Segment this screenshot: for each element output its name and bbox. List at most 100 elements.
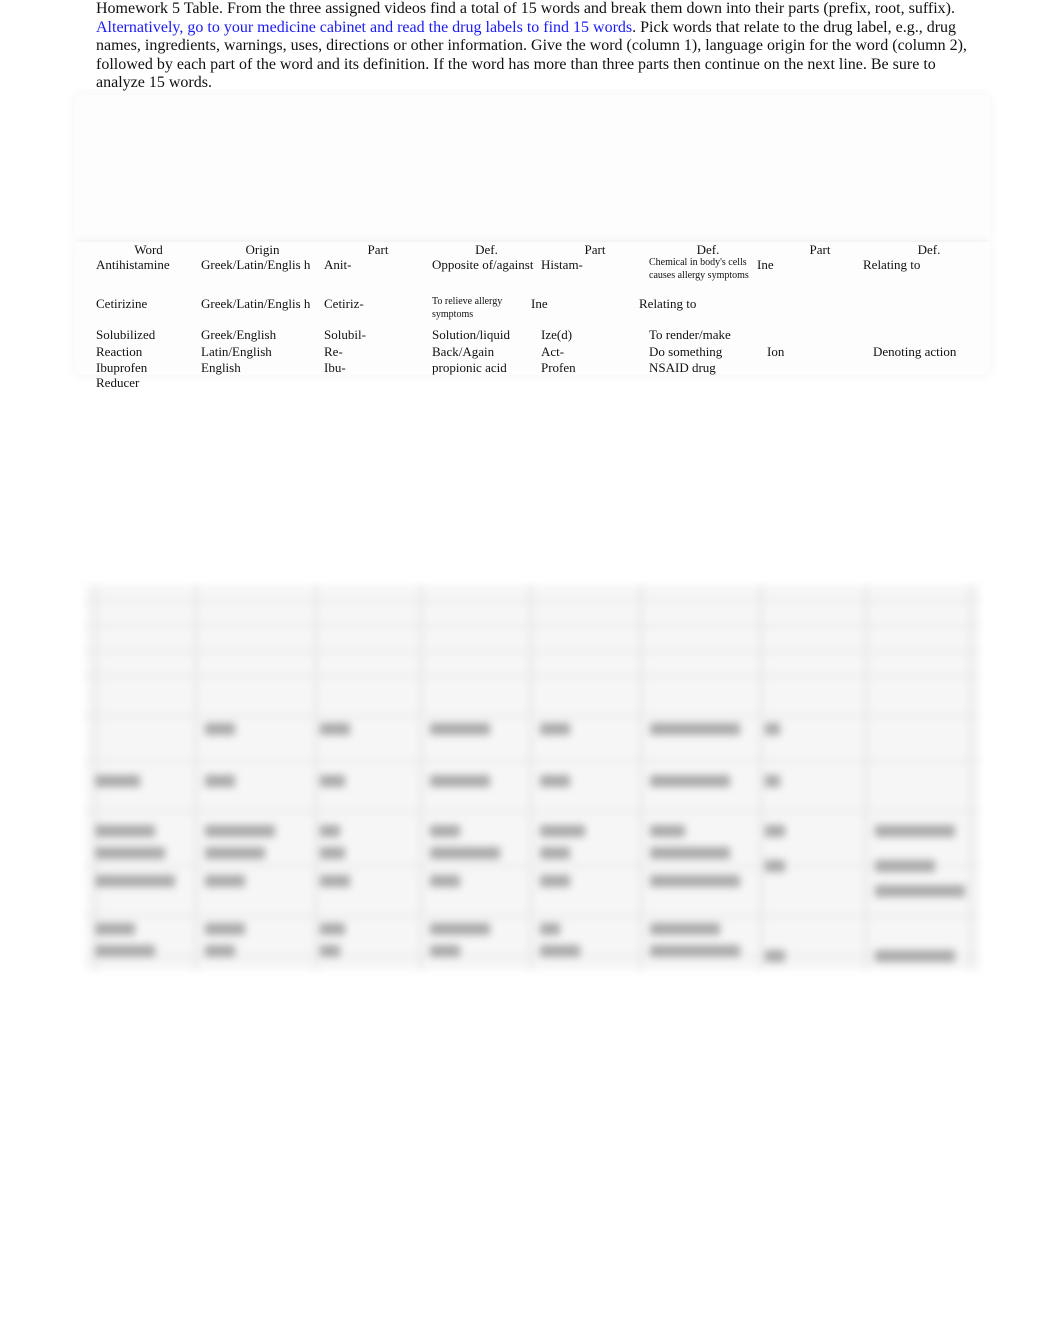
blurred-text <box>95 775 140 787</box>
blurred-text <box>95 923 135 935</box>
blurred-text <box>765 950 785 962</box>
blurred-text <box>430 775 490 787</box>
table-cell: Act- <box>541 344 565 359</box>
table-cell: Ibuprofen <box>96 360 148 375</box>
table-cell: Word <box>134 242 163 257</box>
table-cell: Solution/liquid <box>432 327 511 342</box>
word-table: Word Origin Part Def. Part Def. Part Def. Antihi… <box>96 242 985 390</box>
table-cell: Re- <box>324 344 343 359</box>
blurred-text <box>875 825 955 837</box>
table-cell <box>432 375 541 390</box>
blurred-text <box>650 847 730 859</box>
table-cell: Reducer <box>96 375 140 390</box>
table-cell: English <box>201 360 241 375</box>
table-row: Reducer <box>96 375 985 390</box>
table-row: Solubilized Greek/English Solubil- Solution… <box>96 327 985 344</box>
instructions-paragraph: Homework 5 Table. From the three assigne… <box>96 0 976 93</box>
blurred-text <box>95 945 155 957</box>
blurred-region <box>75 95 990 240</box>
table-cell <box>767 327 873 344</box>
blurred-text <box>765 825 785 837</box>
blurred-text <box>205 825 275 837</box>
table-cell <box>873 360 985 375</box>
table-row: Antihistamine Greek/Latin/Englis h Anit- Op… <box>96 257 985 296</box>
table-cell: Do something <box>649 344 723 359</box>
table-cell <box>201 375 324 390</box>
table-cell: Greek/Latin/Englis h <box>201 257 311 272</box>
blurred-text <box>320 923 345 935</box>
table-cell: Histam- <box>541 257 583 272</box>
table-cell: Part <box>584 242 606 257</box>
blurred-text <box>540 923 560 935</box>
blurred-text <box>650 923 720 935</box>
table-row: Reaction Latin/English Re- Back/Again Act- Do… <box>96 344 985 360</box>
blurred-text <box>430 723 490 735</box>
table-cell: Greek/Latin/Englis h <box>201 296 311 311</box>
blurred-text <box>540 945 580 957</box>
table-cell: Ine <box>757 257 774 272</box>
blurred-text <box>320 875 350 887</box>
table-cell <box>649 375 767 390</box>
table-cell <box>863 296 975 327</box>
table-row: Ibuprofen English Ibu-propionic acid Profen… <box>96 360 985 375</box>
table-cell: Solubilized <box>96 327 156 342</box>
blurred-text <box>205 875 245 887</box>
blurred-text <box>650 945 740 957</box>
blurred-text <box>320 723 350 735</box>
table-cell: Part <box>809 242 831 257</box>
blurred-text <box>650 723 740 735</box>
blurred-text <box>205 723 235 735</box>
blurred-text <box>540 775 570 787</box>
table-cell: Cetiriz- <box>324 296 364 311</box>
blurred-text <box>875 860 935 872</box>
table-cell <box>757 296 863 327</box>
blurred-text <box>320 775 345 787</box>
table-cell: Reaction <box>96 344 143 359</box>
blurred-text <box>650 825 685 837</box>
table-cell: Def. <box>696 242 720 257</box>
table-cell: Greek/English <box>201 327 277 342</box>
table-cell <box>767 360 873 375</box>
table-cell: Back/Again <box>432 344 495 359</box>
blurred-text <box>540 875 570 887</box>
table-cell: Def. <box>475 242 498 257</box>
table-cell <box>873 327 985 344</box>
blurred-table <box>85 585 980 970</box>
blurred-text <box>875 885 965 897</box>
table-cell: Anit- <box>324 257 352 272</box>
table-cell <box>541 375 649 390</box>
table-cell: Origin <box>245 242 280 257</box>
blurred-text <box>540 825 585 837</box>
instructions-link[interactable]: Alternatively, go to your medicine cabin… <box>96 19 632 36</box>
blurred-text <box>95 847 165 859</box>
table-row: Cetirizine Greek/Latin/Englis h Cetiriz- To… <box>96 296 985 327</box>
blurred-text <box>205 847 265 859</box>
blurred-text <box>540 847 570 859</box>
blurred-text <box>430 825 460 837</box>
blurred-text <box>430 945 460 957</box>
table-cell: Chemical in body's cells causes allergy … <box>649 257 749 281</box>
blurred-text <box>320 825 340 837</box>
blurred-text <box>765 775 780 787</box>
blurred-text <box>765 860 785 872</box>
table-cell: Opposite of/against <box>432 257 534 272</box>
table-cell <box>767 375 873 390</box>
table-cell: Part <box>367 242 389 257</box>
table-cell: To render/make <box>649 327 731 342</box>
table-cell: Def. <box>917 242 941 257</box>
blurred-text <box>430 875 460 887</box>
blurred-text <box>205 923 245 935</box>
blurred-text <box>650 775 730 787</box>
instructions-text: Homework 5 Table. From the three assigne… <box>96 0 955 17</box>
table-cell <box>324 375 432 390</box>
table-cell: Denoting action <box>873 344 957 359</box>
blurred-text <box>650 875 740 887</box>
blurred-text <box>875 950 955 962</box>
blurred-text <box>95 875 175 887</box>
table-cell <box>873 375 985 390</box>
table-cell: Ize(d) <box>541 327 573 342</box>
table-cell: propionic acid <box>432 360 507 375</box>
table-cell: Solubil- <box>324 327 366 342</box>
blurred-text <box>320 945 340 957</box>
table-cell: Relating to <box>639 296 697 311</box>
